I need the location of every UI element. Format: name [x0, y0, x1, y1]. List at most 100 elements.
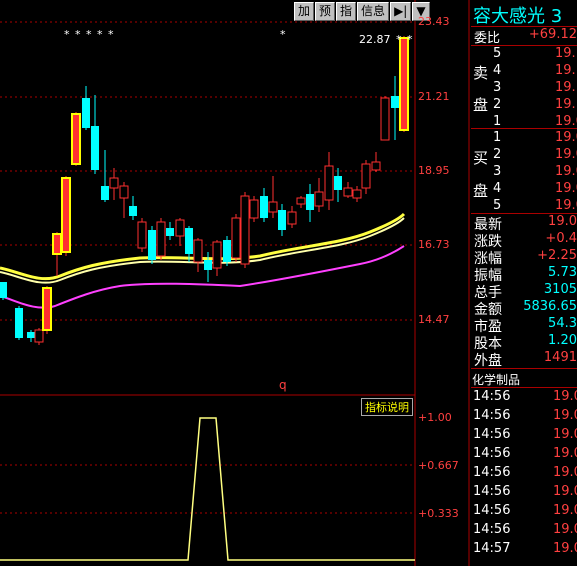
down-candle [278, 210, 286, 230]
down-candle [148, 230, 156, 260]
indicator-tick-1: +1.00 [418, 411, 452, 424]
stat-row: 涨幅 +2.25 [471, 248, 577, 267]
down-candle [260, 196, 268, 218]
limit-up-candle [399, 37, 409, 131]
sell-level-price: 19. [555, 63, 576, 78]
info-button[interactable]: 信息 [357, 2, 390, 21]
buy-level-price: 19.0 [555, 181, 577, 196]
buy-level-number: 1 [493, 130, 502, 145]
buy-level-number: 2 [493, 147, 502, 162]
indicator-tick-3: +0.333 [418, 507, 459, 520]
up-candle [137, 221, 147, 249]
up-candle [324, 165, 334, 201]
tick-price: 19.0 [553, 465, 577, 480]
up-candle [361, 163, 371, 189]
stat-row: 外盘 1491 [471, 350, 577, 369]
stat-value: +0.4 [545, 231, 577, 246]
stat-row: 总手 3105 [471, 282, 577, 301]
sell-level-number: 4 [493, 63, 502, 78]
tick-price: 19.0 [553, 503, 577, 518]
sell-level-number: 5 [493, 46, 502, 61]
down-candle [91, 126, 99, 170]
buy-level-number: 5 [493, 198, 502, 213]
stat-value: 54.3 [548, 316, 577, 331]
up-candle [352, 189, 362, 199]
down-candle [306, 194, 314, 210]
divider [471, 368, 577, 369]
tick-price: 19.0 [553, 446, 577, 461]
down-candle [166, 228, 174, 236]
indicator-help-button[interactable]: 指标说明 [361, 398, 413, 416]
up-candle [109, 177, 119, 189]
stat-value: 1.20 [548, 333, 577, 348]
weibi-label: 委比 [474, 31, 501, 46]
sell-label-1: 卖 [473, 64, 489, 82]
signal-star-mid: * [280, 28, 287, 41]
tick-time: 14:56 [473, 522, 511, 537]
price-tick-4: 16.73 [418, 238, 450, 251]
stat-row: 股本 1.20 [471, 333, 577, 352]
limit-up-candle [61, 177, 71, 253]
quote-panel: 容大感光 3 委比 +69.12 卖 盘 5 19. 4 19. 3 19. 2 19. 1 19… [471, 0, 577, 566]
tick-price: 19.0 [553, 408, 577, 423]
kline-chart[interactable]: 加 预 指 信息 ▶| ▼ 23.43 21.21 18.95 16.73 14… [0, 0, 470, 566]
sell-level-number: 1 [493, 114, 502, 129]
up-candle [296, 197, 306, 205]
indicator-button[interactable]: 指 [336, 2, 357, 21]
down-candle [27, 332, 35, 338]
up-candle [314, 191, 324, 207]
stat-row: 最新 19.0 [471, 214, 577, 233]
limit-up-candle [42, 287, 52, 331]
stat-row: 市盈 54.3 [471, 316, 577, 335]
marker-q: q [279, 378, 287, 392]
up-candle [34, 329, 44, 343]
divider [471, 128, 577, 129]
tick-price: 19.0 [553, 522, 577, 537]
forecast-button[interactable]: 预 [315, 2, 336, 21]
up-candle [240, 195, 250, 265]
down-candle [129, 206, 137, 216]
price-tick-1: 23.43 [418, 15, 450, 28]
tick-time: 14:56 [473, 427, 511, 442]
weibi-value: +69.12 [528, 27, 577, 42]
stock-title: 容大感光 3 [473, 6, 563, 27]
up-candle [371, 161, 381, 171]
jump-end-button[interactable]: ▶| [390, 2, 412, 21]
down-candle [0, 282, 7, 298]
sell-level-number: 2 [493, 97, 502, 112]
stat-value: 5836.65 [523, 299, 577, 314]
buy-label-2: 盘 [473, 182, 489, 200]
buy-level-price: 19.0 [555, 164, 577, 179]
up-candle [175, 219, 185, 237]
stat-row: 振幅 5.73 [471, 265, 577, 284]
buy-level-price: 19.0 [555, 130, 577, 145]
stat-value: 1491 [543, 350, 577, 365]
sell-level-number: 3 [493, 80, 502, 95]
kline-svg [0, 0, 470, 566]
tick-price: 19.0 [553, 541, 577, 556]
high-price-label: 22.87 [359, 33, 391, 46]
down-candle [15, 308, 23, 338]
sell-level-price: 19. [555, 80, 576, 95]
up-candle [268, 201, 278, 213]
down-candle [204, 260, 212, 270]
buy-level-number: 3 [493, 164, 502, 179]
down-candle [82, 98, 90, 128]
tick-time: 14:56 [473, 446, 511, 461]
stat-value: +2.25 [537, 248, 577, 263]
buy-level-price: 19.0 [555, 147, 577, 162]
tick-time: 14:56 [473, 484, 511, 499]
add-button[interactable]: 加 [294, 2, 315, 21]
divider [471, 387, 577, 388]
up-candle [119, 185, 129, 199]
limit-up-candle [71, 113, 81, 165]
limit-up-candle [52, 233, 62, 255]
up-candle [212, 241, 222, 269]
chart-toolbar: 加 预 指 信息 ▶| ▼ [294, 2, 430, 21]
indicator-tick-2: +0.667 [418, 459, 459, 472]
down-candle [185, 228, 193, 254]
down-candle [391, 96, 399, 108]
tick-time: 14:56 [473, 389, 511, 404]
candles-group [0, 36, 409, 345]
buy-label-1: 买 [473, 149, 489, 167]
